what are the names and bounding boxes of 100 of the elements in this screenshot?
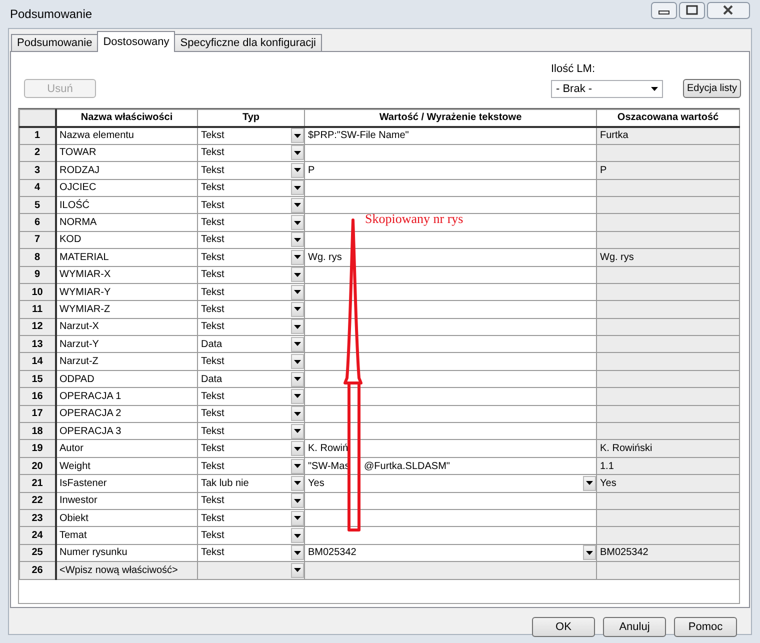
dropdown-button[interactable] bbox=[291, 458, 304, 474]
dropdown-button[interactable] bbox=[291, 388, 304, 404]
maximize-icon[interactable] bbox=[679, 2, 705, 18]
value-text: BM025342 bbox=[308, 546, 356, 560]
row-number: 10 bbox=[20, 283, 56, 301]
dropdown-button[interactable] bbox=[291, 162, 304, 178]
type-text: Tekst bbox=[201, 424, 224, 439]
type-text: Tekst bbox=[201, 494, 224, 508]
dropdown-button[interactable] bbox=[583, 476, 596, 491]
type-text: Tekst bbox=[201, 302, 224, 317]
table-cell: Temat bbox=[56, 526, 198, 544]
lm-dropdown[interactable]: - Brak - bbox=[551, 80, 663, 98]
dialog-button[interactable]: Anuluj bbox=[603, 617, 666, 637]
type-text: Tekst bbox=[201, 355, 224, 370]
type-text: Tekst bbox=[201, 198, 224, 213]
dropdown-button[interactable] bbox=[291, 180, 304, 196]
new-property-cell[interactable]: <Wpisz nową właściwość> bbox=[56, 562, 198, 580]
dropdown-button[interactable] bbox=[291, 232, 304, 248]
table-cell: WYMIAR-X bbox=[56, 266, 198, 284]
table-cell: P bbox=[596, 162, 740, 180]
table-cell: TOWAR bbox=[56, 144, 198, 162]
dropdown-button[interactable] bbox=[291, 562, 304, 578]
table-cell: Inwestor bbox=[56, 492, 198, 510]
caret-icon bbox=[586, 550, 593, 555]
caret-icon bbox=[294, 360, 301, 364]
row-number: 9 bbox=[20, 266, 56, 284]
dropdown-button[interactable] bbox=[291, 354, 304, 370]
type-text: Data bbox=[201, 338, 222, 352]
table-cell: KOD bbox=[56, 231, 198, 249]
dropdown-button[interactable] bbox=[291, 250, 304, 265]
minimize-icon[interactable] bbox=[651, 2, 677, 18]
dropdown-button[interactable] bbox=[291, 336, 304, 352]
dialog-button[interactable]: OK bbox=[532, 617, 595, 637]
dropdown-button[interactable] bbox=[291, 528, 304, 544]
row-number: 6 bbox=[20, 214, 56, 232]
tab[interactable]: Specyficzne dla konfiguracji bbox=[174, 34, 322, 51]
row-number: 17 bbox=[20, 405, 56, 423]
close-icon[interactable] bbox=[707, 2, 750, 18]
dropdown-button[interactable] bbox=[291, 145, 304, 160]
value-text: K. Rowiń bbox=[308, 442, 348, 456]
table-cell: 1.1 bbox=[596, 457, 740, 475]
dropdown-button[interactable] bbox=[291, 302, 304, 317]
row-number: 15 bbox=[20, 370, 56, 388]
table-cell: MATERIAL bbox=[56, 248, 198, 266]
caret-icon bbox=[294, 255, 301, 260]
dropdown-button[interactable] bbox=[291, 319, 304, 334]
type-text: Data bbox=[201, 372, 222, 387]
caret-icon bbox=[586, 481, 593, 486]
dropdown-button[interactable] bbox=[291, 267, 304, 282]
caret-icon bbox=[294, 220, 301, 225]
caret-icon bbox=[294, 534, 301, 538]
tab[interactable]: Dostosowany bbox=[97, 31, 176, 52]
caret-icon bbox=[294, 481, 301, 486]
caret-icon bbox=[294, 446, 301, 451]
table-cell: Narzut-Y bbox=[56, 336, 198, 353]
dropdown-button[interactable] bbox=[291, 545, 304, 560]
dropdown-button[interactable] bbox=[291, 215, 304, 230]
column-header: Nazwa właściwości bbox=[56, 110, 198, 127]
tab[interactable]: Podsumowanie bbox=[11, 34, 98, 51]
dropdown-button[interactable] bbox=[291, 128, 304, 144]
table-cell: NORMA bbox=[56, 214, 198, 232]
dropdown-button[interactable] bbox=[291, 476, 304, 491]
row-number: 23 bbox=[20, 509, 56, 527]
caret-icon bbox=[294, 429, 301, 434]
dropdown-button[interactable] bbox=[291, 198, 304, 213]
caret-icon bbox=[294, 150, 301, 155]
dropdown-button[interactable] bbox=[291, 510, 304, 526]
dropdown-button[interactable] bbox=[583, 545, 596, 560]
dropdown-button[interactable] bbox=[291, 372, 304, 387]
table-cell: Autor bbox=[56, 440, 198, 458]
value-text: $PRP:"SW-File Name" bbox=[308, 129, 409, 144]
row-number: 20 bbox=[20, 457, 56, 475]
dialog-button[interactable]: Pomoc bbox=[674, 617, 737, 637]
edit-list-button[interactable]: Edycja listy bbox=[683, 79, 741, 98]
dropdown-button[interactable] bbox=[291, 284, 304, 300]
type-text: Tekst bbox=[201, 390, 224, 404]
table-cell: Wg. rys bbox=[596, 248, 740, 266]
type-text: Tekst bbox=[201, 460, 224, 474]
dropdown-button[interactable] bbox=[291, 406, 304, 422]
dropdown-button[interactable] bbox=[291, 493, 304, 508]
dropdown-button[interactable] bbox=[291, 441, 304, 456]
table-cell: WYMIAR-Z bbox=[56, 300, 198, 318]
row-number: 3 bbox=[20, 162, 56, 180]
annotation-text: Skopiowany nr rys bbox=[365, 210, 464, 228]
table-cell: OPERACJA 3 bbox=[56, 422, 198, 440]
caret-icon bbox=[294, 272, 301, 277]
table-cell: Nazwa elementu bbox=[56, 126, 198, 144]
window-title: Podsumowanie bbox=[10, 6, 92, 23]
dropdown-button[interactable] bbox=[291, 424, 304, 439]
table-cell: Yes bbox=[596, 474, 740, 492]
column-header: Wartość / Wyrażenie tekstowe bbox=[304, 110, 596, 127]
row-number: 12 bbox=[20, 318, 56, 336]
caret-icon bbox=[294, 498, 301, 503]
caret-icon bbox=[294, 377, 301, 382]
type-text: Tekst bbox=[201, 546, 224, 560]
column-header: Typ bbox=[198, 110, 304, 127]
row-number: 2 bbox=[20, 144, 56, 162]
type-text: Tekst bbox=[201, 250, 224, 265]
type-text: Tekst bbox=[201, 512, 224, 526]
caret-icon bbox=[294, 134, 301, 138]
